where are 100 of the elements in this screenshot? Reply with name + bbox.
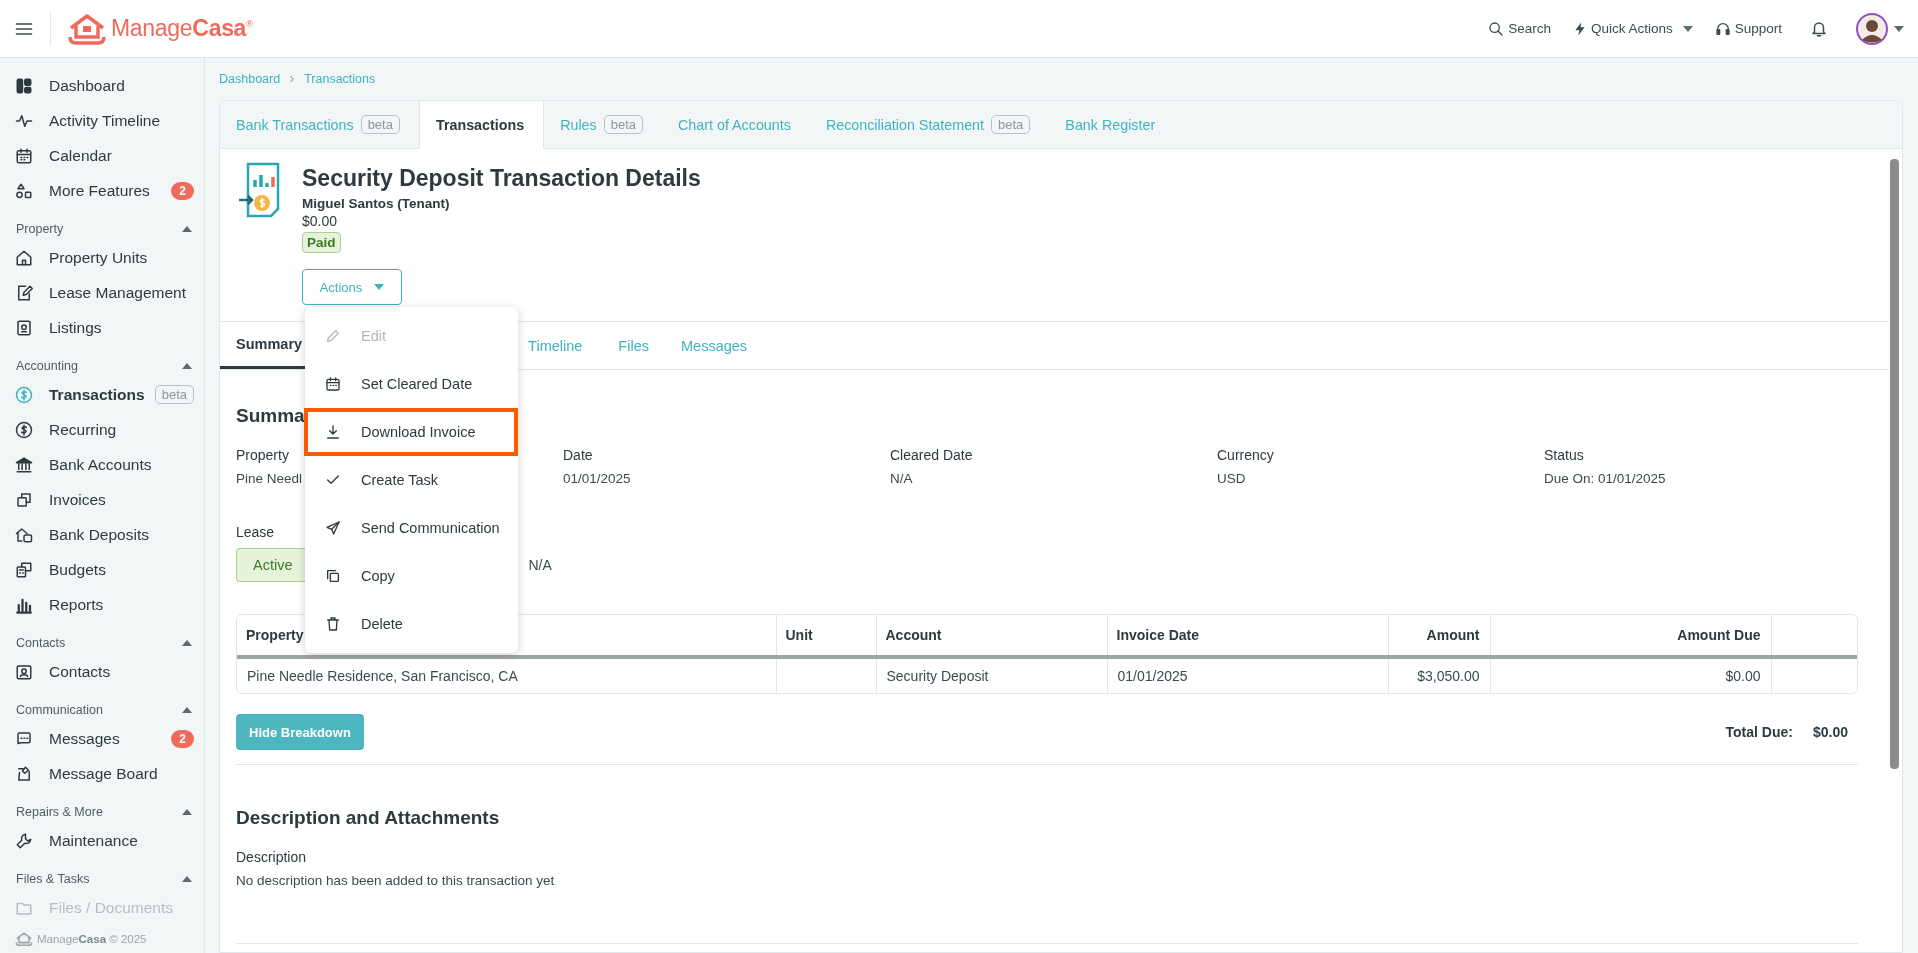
bell-icon[interactable] — [1810, 19, 1828, 38]
sidebar-item[interactable]: Message Board — [0, 756, 204, 791]
section-heading: Accounting — [16, 359, 78, 373]
beta-tag: beta — [991, 115, 1031, 134]
page-title: Security Deposit Transaction Details — [302, 165, 701, 192]
pencil-icon — [325, 328, 341, 344]
sidebar-item[interactable]: Activity Timeline — [0, 103, 204, 138]
headset-icon — [1714, 20, 1731, 37]
table-cell: Security Deposit — [886, 668, 989, 684]
collapse-caret-icon[interactable] — [182, 226, 192, 232]
sidebar-item[interactable]: Invoices — [0, 482, 204, 517]
top-bar-link[interactable]: Support — [1714, 20, 1782, 37]
calendar-icon — [15, 146, 33, 165]
house-logo-icon — [15, 931, 33, 947]
collapse-caret-icon[interactable] — [182, 876, 192, 882]
sidebar-item[interactable]: Transactions beta — [0, 377, 204, 412]
dollar-circle-icon — [15, 385, 33, 404]
dashboard-icon — [15, 76, 33, 95]
caret-icon — [1682, 25, 1693, 32]
beta-tag: beta — [154, 385, 194, 404]
sidebar-item[interactable]: Property Units — [0, 240, 204, 275]
sidebar-item[interactable]: Bank Accounts — [0, 447, 204, 482]
caret-icon — [1894, 25, 1904, 32]
count-badge: 2 — [171, 729, 194, 748]
listing-icon — [15, 318, 33, 337]
table-cell: $0.00 — [1725, 668, 1761, 684]
field-label: Cleared Date — [890, 447, 973, 463]
collapse-caret-icon[interactable] — [182, 809, 192, 815]
top-bar-link[interactable]: Quick Actions — [1572, 20, 1693, 37]
sidebar-item[interactable]: Recurring — [0, 412, 204, 447]
top-bar-link[interactable]: Search — [1488, 20, 1551, 37]
field-value: N/A — [528, 557, 552, 573]
beta-tag: beta — [360, 115, 400, 134]
contact-card-icon — [15, 662, 33, 681]
column-header: Account — [876, 615, 1107, 657]
total-label: Total Due: — [1725, 724, 1793, 740]
chevron-right-icon — [288, 75, 297, 83]
sidebar-item[interactable]: Listings — [0, 310, 204, 345]
trash-icon — [325, 616, 341, 632]
total-value: $0.00 — [1812, 724, 1848, 740]
calendar-icon — [325, 376, 341, 392]
section-heading: Repairs & More — [16, 805, 103, 819]
edit-document-icon — [15, 283, 33, 302]
field-label: Date — [563, 447, 593, 463]
sidebar-item[interactable]: Calendar — [0, 138, 204, 173]
sidebar-item[interactable]: More Features 2 — [0, 173, 204, 208]
contact-name: Miguel Santos (Tenant) — [302, 196, 451, 211]
amount-text: $0.00 — [302, 213, 339, 229]
column-header: Unit — [776, 615, 876, 657]
table-cell: Pine Needle Residence, San Francisco, CA — [247, 668, 518, 684]
section-heading: Description and Attachments — [236, 807, 501, 829]
wrench-icon — [15, 831, 33, 850]
field-label: Lease — [236, 524, 275, 540]
sidebar-item[interactable]: Maintenance — [0, 823, 204, 858]
field-label: Currency — [1217, 447, 1274, 463]
house-logo-icon — [67, 12, 107, 45]
beta-tag: beta — [603, 115, 643, 134]
sidebar-item[interactable]: Bank Deposits — [0, 517, 204, 552]
house-wallet-icon — [15, 525, 33, 544]
field-value: N/A — [890, 471, 913, 486]
sidebar-item[interactable]: Messages 2 — [0, 721, 204, 756]
download-icon — [325, 424, 341, 440]
copyright-text: ManageCasa © 2025 — [37, 933, 147, 945]
description-text: No description has been added to this transaction yet — [236, 873, 555, 888]
collapse-caret-icon[interactable] — [182, 640, 192, 646]
calculator-icon — [15, 560, 33, 579]
collapse-caret-icon[interactable] — [182, 363, 192, 369]
sidebar-item[interactable]: Budgets — [0, 552, 204, 587]
column-header: Amount — [1388, 615, 1490, 657]
section-heading: Communication — [16, 703, 103, 717]
shapes-icon — [15, 181, 33, 200]
menu-item[interactable]: Create Task — [305, 456, 518, 504]
field-value: Due On: 01/01/2025 — [1544, 471, 1666, 486]
field-label: Status — [1544, 447, 1584, 463]
status-badge: Paid — [302, 232, 341, 253]
home-icon — [15, 248, 33, 267]
caret-icon — [374, 284, 385, 290]
section-heading: Property — [16, 222, 64, 236]
sidebar-item[interactable]: Reports — [0, 587, 204, 622]
collapse-caret-icon[interactable] — [182, 707, 192, 713]
paper-plane-icon — [325, 520, 341, 536]
search-icon — [1488, 20, 1505, 37]
sidebar-item[interactable]: Dashboard — [0, 68, 204, 103]
table-cell: 01/01/2025 — [1117, 668, 1188, 684]
bank-icon — [15, 455, 33, 474]
column-header: Amount Due — [1490, 615, 1771, 657]
table-cell: $3,050.00 — [1417, 668, 1480, 684]
avatar[interactable] — [1856, 12, 1888, 45]
field-value: USD — [1217, 471, 1246, 486]
scrollbar-thumb[interactable] — [1890, 159, 1899, 769]
menu-item[interactable]: Download Invoice — [304, 408, 518, 456]
field-value: Pine Needl — [236, 471, 303, 486]
sidebar-item[interactable]: Lease Management — [0, 275, 204, 310]
sidebar-item[interactable]: Contacts — [0, 654, 204, 689]
copy-icon — [325, 568, 341, 584]
field-value: 01/01/2025 — [563, 471, 631, 486]
tab[interactable]: Transactions — [418, 101, 545, 149]
dollar-circle-icon — [15, 420, 33, 439]
section-heading: Summa — [236, 405, 306, 427]
field-label: Property — [236, 447, 289, 463]
